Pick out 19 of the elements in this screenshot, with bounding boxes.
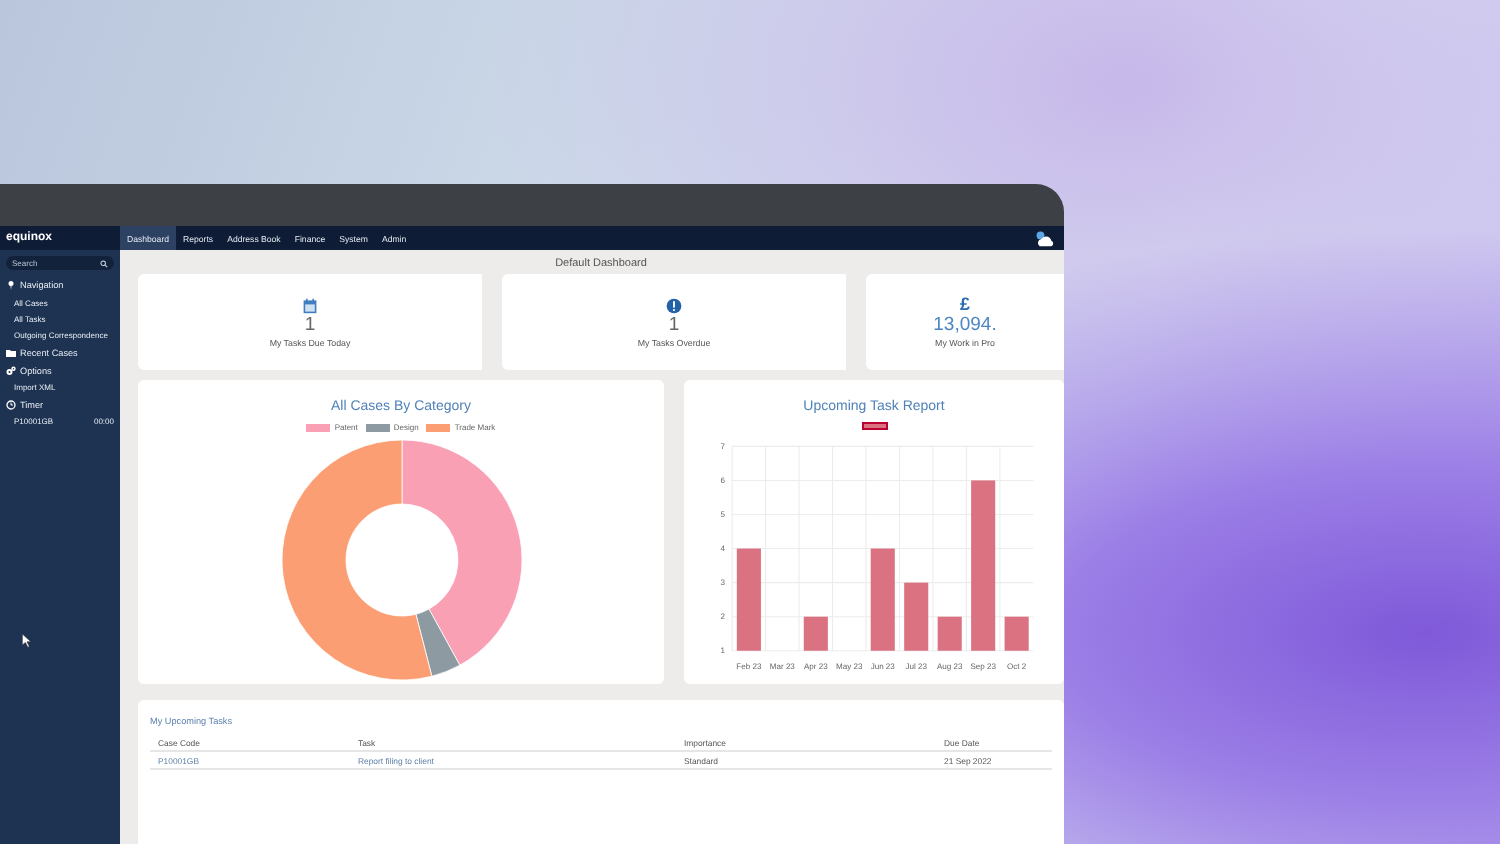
bar bbox=[1004, 617, 1029, 652]
pin-icon bbox=[6, 280, 16, 290]
search-icon bbox=[100, 259, 108, 267]
bar bbox=[736, 549, 761, 652]
bar bbox=[937, 617, 962, 652]
stat-value: 13,094. bbox=[933, 316, 997, 336]
clock-icon bbox=[6, 399, 16, 410]
currency-symbol: £ bbox=[959, 296, 970, 314]
alert-icon bbox=[666, 297, 682, 313]
calendar-icon bbox=[302, 297, 318, 313]
gears-icon bbox=[6, 365, 16, 376]
bar bbox=[803, 617, 828, 652]
stat-value: 1 bbox=[304, 315, 316, 335]
cloud-user-icon[interactable] bbox=[1034, 229, 1056, 247]
bar bbox=[870, 549, 895, 652]
stat-value: 1 bbox=[668, 315, 680, 335]
folder-icon bbox=[6, 347, 16, 358]
mouse-pointer-icon bbox=[22, 634, 32, 648]
bar bbox=[904, 583, 929, 652]
